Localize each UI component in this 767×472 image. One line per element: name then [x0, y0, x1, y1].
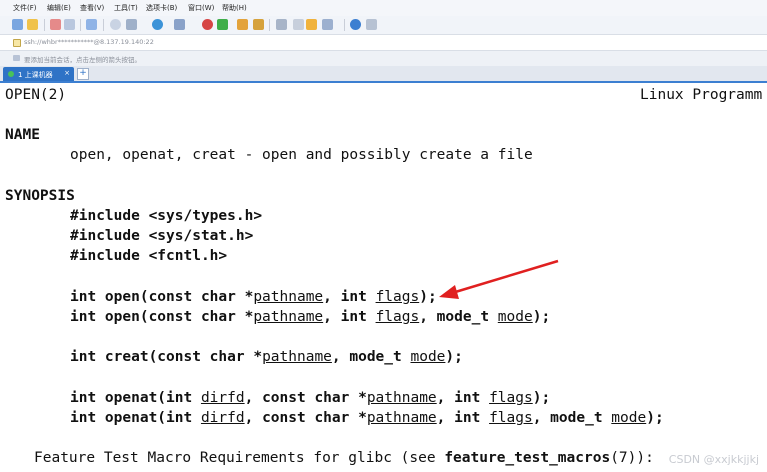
lock-icon [13, 39, 21, 47]
search-icon[interactable] [110, 19, 121, 30]
arrow-shaft [451, 259, 559, 295]
help-icon[interactable] [350, 19, 361, 30]
toolbar [0, 16, 767, 35]
annotation-arrow-icon [439, 259, 559, 299]
lock-icon[interactable] [237, 19, 248, 30]
session-hint-bar: 要添加当前会话，点击左侧的箭头按钮。 [0, 51, 767, 66]
globe-icon[interactable] [152, 19, 163, 30]
toolbar-divider [44, 19, 45, 31]
open-folder-icon[interactable] [27, 19, 38, 30]
menu-tabs[interactable]: 选项卡(B) [146, 3, 177, 13]
toolbar-divider [344, 19, 345, 31]
xftp-icon[interactable] [217, 19, 228, 30]
session-icon [13, 55, 20, 61]
terminal[interactable]: OPEN(2) Linux Programm NAME open, openat… [0, 84, 767, 472]
app-chrome: 文件(F) 编辑(E) 查看(V) 工具(T) 选项卡(B) 窗口(W) 帮助(… [0, 0, 767, 83]
script-icon[interactable] [293, 19, 304, 30]
xshell-icon[interactable] [202, 19, 213, 30]
menu-help[interactable]: 帮助(H) [222, 3, 247, 13]
connected-status-icon [8, 71, 14, 77]
key-icon[interactable] [253, 19, 264, 30]
fullscreen-icon[interactable] [322, 19, 333, 30]
reconnect-icon[interactable] [86, 19, 97, 30]
link-icon[interactable] [64, 19, 75, 30]
font-icon[interactable] [174, 19, 185, 30]
new-tab-button[interactable]: + [77, 68, 89, 80]
menu-edit[interactable]: 编辑(E) [47, 3, 71, 13]
menu-view[interactable]: 查看(V) [80, 3, 104, 13]
toolbar-divider [269, 19, 270, 31]
menu-file[interactable]: 文件(F) [13, 3, 37, 13]
address-bar[interactable]: ssh://whbr***********@8.137.19.140:22 [0, 35, 767, 51]
highlight-icon[interactable] [306, 19, 317, 30]
keyboard-icon[interactable] [276, 19, 287, 30]
arrow-head [439, 285, 459, 299]
menu-tools[interactable]: 工具(T) [114, 3, 138, 13]
tab-session-1[interactable]: 1 上课机器 × [3, 67, 74, 81]
properties-icon[interactable] [50, 19, 61, 30]
tab-label: 1 上课机器 [18, 71, 53, 79]
layout-icon[interactable] [126, 19, 137, 30]
menu-bar: 文件(F) 编辑(E) 查看(V) 工具(T) 选项卡(B) 窗口(W) 帮助(… [0, 0, 767, 16]
options-icon[interactable] [366, 19, 377, 30]
toolbar-divider [80, 19, 81, 31]
session-hint-text: 要添加当前会话，点击左侧的箭头按钮。 [24, 56, 141, 64]
close-tab-icon[interactable]: × [64, 69, 70, 77]
menu-window[interactable]: 窗口(W) [188, 3, 214, 13]
toolbar-divider [103, 19, 104, 31]
watermark: CSDN @xxjkkjjkj [668, 453, 759, 466]
new-session-icon[interactable] [12, 19, 23, 30]
session-address: ssh://whbr***********@8.137.19.140:22 [24, 38, 154, 46]
tab-strip: 1 上课机器 × + [0, 66, 767, 83]
